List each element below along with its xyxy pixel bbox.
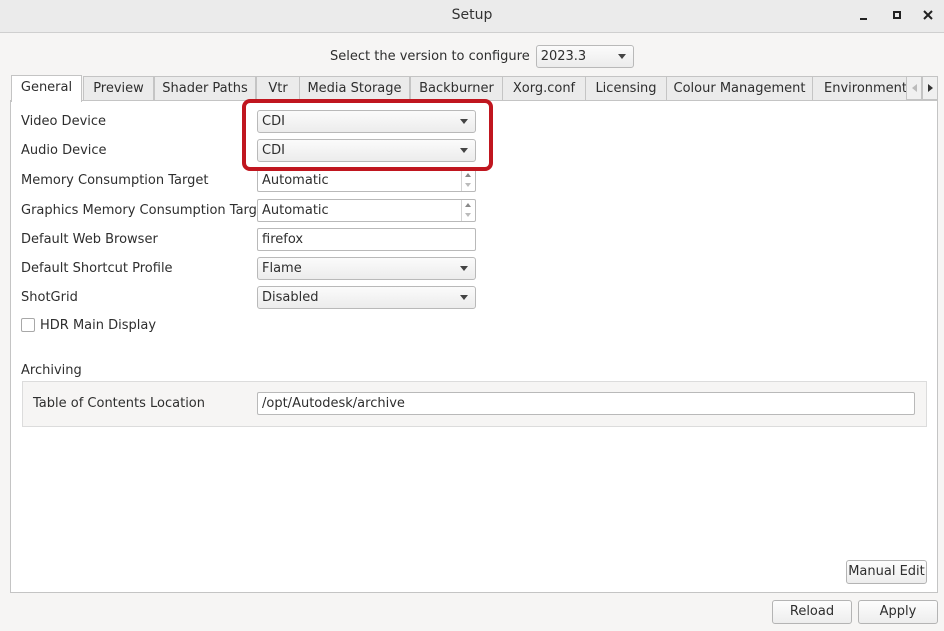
tab-scroll-left-button[interactable] bbox=[906, 76, 922, 100]
memory-target-spinbox[interactable]: Automatic bbox=[257, 169, 476, 192]
version-combo[interactable]: 2023.3 bbox=[535, 45, 634, 68]
tab-scroll-right-button[interactable] bbox=[922, 76, 938, 100]
chevron-down-icon bbox=[460, 266, 468, 271]
shortcut-profile-combo[interactable]: Flame bbox=[257, 257, 476, 280]
apply-button[interactable]: Apply bbox=[858, 600, 938, 624]
chevron-right-icon bbox=[927, 84, 933, 92]
memory-target-label: Memory Consumption Target bbox=[21, 173, 209, 188]
tab-general[interactable]: General bbox=[11, 75, 82, 102]
toc-location-field[interactable]: /opt/Autodesk/archive bbox=[257, 392, 915, 415]
chevron-down-icon bbox=[460, 295, 468, 300]
audio-device-value: CDI bbox=[262, 143, 285, 158]
arrow-down-icon[interactable] bbox=[465, 183, 471, 187]
toc-location-value: /opt/Autodesk/archive bbox=[262, 396, 405, 411]
gfx-memory-target-spinbox[interactable]: Automatic bbox=[257, 199, 476, 222]
tab-colour-management[interactable]: Colour Management bbox=[666, 76, 813, 101]
manual-edit-button[interactable]: Manual Edit bbox=[846, 560, 927, 584]
memory-target-value: Automatic bbox=[262, 173, 329, 188]
hdr-main-display-label[interactable]: HDR Main Display bbox=[40, 318, 156, 333]
audio-device-combo[interactable]: CDI bbox=[257, 139, 476, 162]
shortcut-profile-value: Flame bbox=[262, 261, 302, 276]
shotgrid-label: ShotGrid bbox=[21, 290, 78, 305]
version-label: Select the version to configure bbox=[330, 49, 530, 64]
arrow-down-icon[interactable] bbox=[465, 213, 471, 217]
archiving-title: Archiving bbox=[21, 363, 82, 378]
close-icon bbox=[923, 10, 933, 20]
tab-xorg-conf[interactable]: Xorg.conf bbox=[502, 76, 586, 101]
version-value: 2023.3 bbox=[540, 49, 587, 64]
memory-target-stepper[interactable] bbox=[461, 170, 475, 191]
maximize-button[interactable] bbox=[889, 7, 905, 23]
maximize-icon bbox=[893, 11, 901, 19]
tab-shader-paths[interactable]: Shader Paths bbox=[154, 76, 256, 101]
tab-environment[interactable]: Environment V bbox=[812, 76, 908, 101]
reload-button[interactable]: Reload bbox=[772, 600, 852, 624]
tab-vtr[interactable]: Vtr bbox=[256, 76, 300, 101]
arrow-up-icon[interactable] bbox=[465, 173, 471, 177]
tab-preview[interactable]: Preview bbox=[83, 76, 154, 101]
shotgrid-value: Disabled bbox=[262, 290, 319, 305]
minimize-icon bbox=[859, 18, 867, 20]
arrow-up-icon[interactable] bbox=[465, 203, 471, 207]
video-device-value: CDI bbox=[262, 114, 285, 129]
shortcut-profile-label: Default Shortcut Profile bbox=[21, 261, 173, 276]
web-browser-field[interactable]: firefox bbox=[257, 228, 476, 251]
web-browser-label: Default Web Browser bbox=[21, 232, 158, 247]
hdr-main-display-checkbox[interactable] bbox=[21, 318, 35, 332]
chevron-down-icon bbox=[460, 119, 468, 124]
version-selector-row: Select the version to configure 2023.3 bbox=[330, 45, 634, 68]
video-device-combo[interactable]: CDI bbox=[257, 110, 476, 133]
video-device-label: Video Device bbox=[21, 114, 107, 129]
gfx-memory-target-label: Graphics Memory Consumption Target bbox=[21, 203, 270, 218]
tab-media-storage[interactable]: Media Storage bbox=[299, 76, 410, 101]
gfx-memory-target-stepper[interactable] bbox=[461, 200, 475, 221]
close-button[interactable] bbox=[920, 7, 936, 23]
title-bar: Setup bbox=[0, 0, 944, 33]
audio-device-label: Audio Device bbox=[21, 143, 107, 158]
chevron-down-icon bbox=[460, 148, 468, 153]
minimize-button[interactable] bbox=[855, 7, 871, 23]
chevron-left-icon bbox=[911, 84, 917, 92]
tab-licensing[interactable]: Licensing bbox=[585, 76, 667, 101]
chevron-down-icon bbox=[617, 54, 626, 59]
shotgrid-combo[interactable]: Disabled bbox=[257, 286, 476, 309]
gfx-memory-target-value: Automatic bbox=[262, 203, 329, 218]
tab-backburner[interactable]: Backburner bbox=[410, 76, 503, 101]
tab-bar: General Preview Shader Paths Vtr Media S… bbox=[11, 75, 919, 102]
web-browser-value: firefox bbox=[262, 232, 304, 247]
toc-location-label: Table of Contents Location bbox=[33, 396, 206, 411]
window-title: Setup bbox=[451, 7, 493, 23]
